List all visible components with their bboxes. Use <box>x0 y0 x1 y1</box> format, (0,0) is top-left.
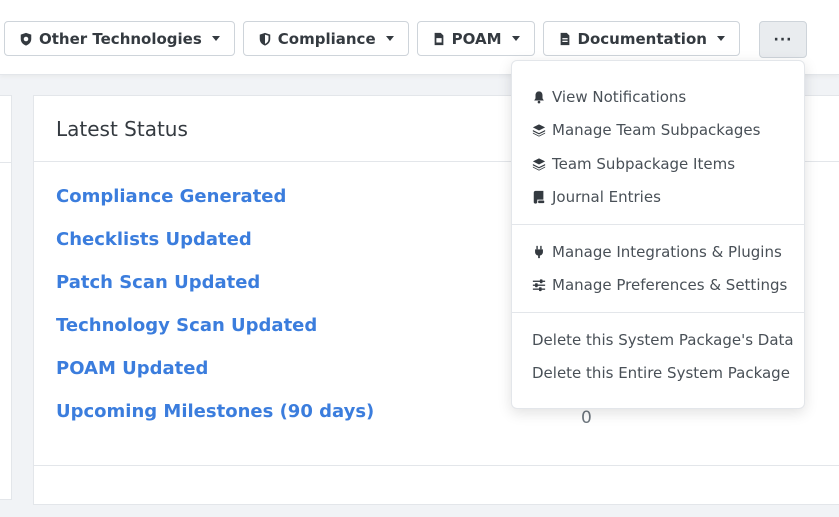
left-panel <box>0 95 12 500</box>
other-technologies-label: Other Technologies <box>39 29 202 48</box>
documentation-label: Documentation <box>577 29 707 48</box>
list-item: POAM Updated <box>56 358 374 401</box>
shield-icon <box>20 32 32 46</box>
menu-item-label: Manage Integrations & Plugins <box>552 242 782 261</box>
file-text-icon <box>560 32 569 45</box>
scroll-icon <box>533 191 545 204</box>
patch-scan-updated-link[interactable]: Patch Scan Updated <box>56 272 260 293</box>
menu-item-label: Manage Team Subpackages <box>552 121 761 140</box>
plug-icon <box>535 245 543 258</box>
chevron-down-icon <box>385 36 394 41</box>
chevron-down-icon <box>511 36 520 41</box>
menu-item-view-notifications[interactable]: View Notifications <box>512 80 804 114</box>
list-item: Patch Scan Updated <box>56 272 374 315</box>
menu-item-label: Delete this Entire System Package <box>532 364 790 383</box>
poam-label: POAM <box>451 29 502 48</box>
sliders-icon <box>532 279 546 292</box>
menu-item-manage-team-subpackages[interactable]: Manage Team Subpackages <box>512 114 804 148</box>
toolbar-buttons: Other Technologies Compliance POAM Docum… <box>4 21 740 56</box>
chevron-down-icon <box>211 36 220 41</box>
file-pdf-icon <box>434 32 444 45</box>
shield-half-icon <box>259 32 271 46</box>
menu-item-label: Delete this System Package's Data <box>532 330 794 349</box>
layers-icon <box>532 158 546 171</box>
menu-item-manage-preferences[interactable]: Manage Preferences & Settings <box>512 269 804 303</box>
documentation-button[interactable]: Documentation <box>542 21 740 56</box>
menu-item-team-subpackage-items[interactable]: Team Subpackage Items <box>512 147 804 181</box>
technology-scan-updated-link[interactable]: Technology Scan Updated <box>56 315 317 336</box>
list-item: Checklists Updated <box>56 229 374 272</box>
menu-item-manage-integrations[interactable]: Manage Integrations & Plugins <box>512 235 804 269</box>
more-options-dropdown: View Notifications Manage Team Subpackag… <box>511 60 805 409</box>
divider <box>34 465 839 466</box>
other-technologies-button[interactable]: Other Technologies <box>4 21 235 56</box>
chevron-down-icon <box>716 36 725 41</box>
menu-item-label: Journal Entries <box>552 188 661 207</box>
menu-item-label: Manage Preferences & Settings <box>552 276 788 295</box>
list-item: Technology Scan Updated <box>56 315 374 358</box>
compliance-label: Compliance <box>277 29 376 48</box>
poam-button[interactable]: POAM <box>416 21 535 56</box>
divider <box>512 312 804 313</box>
more-options-button[interactable]: ··· <box>759 21 807 58</box>
poam-updated-link[interactable]: POAM Updated <box>56 358 208 379</box>
compliance-generated-link[interactable]: Compliance Generated <box>56 186 286 207</box>
checklists-updated-link[interactable]: Checklists Updated <box>56 229 252 250</box>
compliance-button[interactable]: Compliance <box>242 21 409 56</box>
menu-item-label: Team Subpackage Items <box>552 154 736 173</box>
card-title: Latest Status <box>56 116 188 141</box>
list-item: Upcoming Milestones (90 days) <box>56 401 374 444</box>
menu-item-label: View Notifications <box>552 87 687 106</box>
status-list: Compliance Generated Checklists Updated … <box>56 186 374 444</box>
menu-item-journal-entries[interactable]: Journal Entries <box>512 181 804 215</box>
menu-item-delete-package-data[interactable]: Delete this System Package's Data <box>512 323 804 357</box>
more-options-label: ··· <box>773 31 793 48</box>
divider <box>0 162 11 163</box>
upcoming-milestones-link[interactable]: Upcoming Milestones (90 days) <box>56 401 374 422</box>
menu-item-delete-entire-package[interactable]: Delete this Entire System Package <box>512 357 804 391</box>
divider <box>512 224 804 225</box>
upcoming-milestones-value: 0 <box>581 408 592 428</box>
bell-icon <box>534 91 544 104</box>
layers-icon <box>532 124 546 137</box>
list-item: Compliance Generated <box>56 186 374 229</box>
